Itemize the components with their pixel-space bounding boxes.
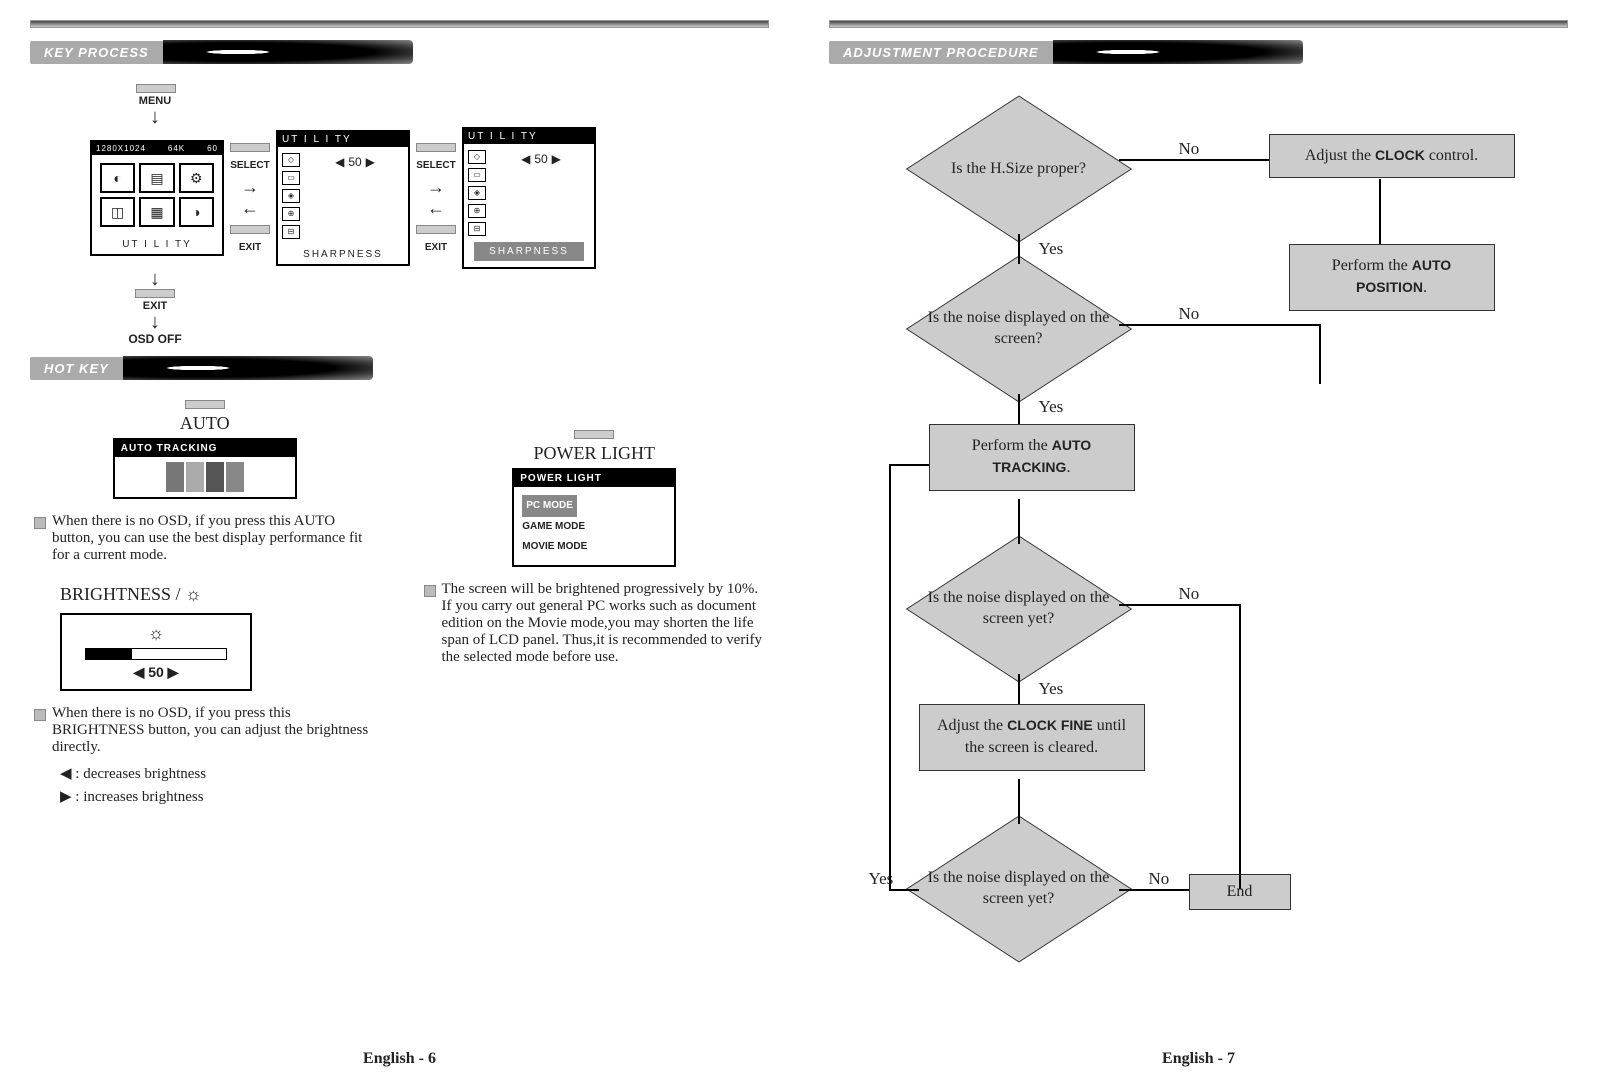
osd-footer: UT I L I TY: [92, 235, 222, 254]
section-flare: [163, 40, 413, 64]
exit-label: EXIT: [239, 242, 261, 253]
section-title: HOT KEY: [30, 357, 123, 380]
bullet-icon: [34, 709, 46, 721]
auto-button[interactable]: [185, 400, 225, 409]
powerlight-button[interactable]: [574, 430, 614, 439]
label-no: No: [1149, 869, 1170, 889]
top-rule-right: [829, 20, 1568, 28]
label-no: No: [1179, 584, 1200, 604]
section-flare: [1053, 40, 1303, 64]
osd-icon: ▦: [139, 197, 174, 227]
powerlight-bar: POWER LIGHT: [514, 470, 674, 487]
section-hot-key: HOT KEY: [30, 356, 769, 380]
section-key-process: KEY PROCESS: [30, 40, 769, 64]
select-label: SELECT: [230, 160, 269, 171]
select-button[interactable]: [230, 143, 270, 152]
arrow-down-icon: ↓: [90, 111, 220, 123]
decision-noise-3: Is the noise displayed on the screen yet…: [919, 824, 1119, 954]
powerlight-desc: The screen will be brightened progressiv…: [424, 581, 766, 666]
page-number-left: English - 6: [0, 1050, 799, 1068]
brightness-arrows: ◀ : decreases brightness ▶ : increases b…: [60, 764, 380, 806]
osd-hz: 60: [207, 144, 218, 153]
osd-khz: 64K: [168, 144, 185, 153]
osd-main: 1280X1024 64K 60 ◐ ▤ ⚙ ◫ ▦ ◑ UT I L I TY: [90, 140, 224, 256]
osd-icon: ⚙: [179, 163, 214, 193]
auto-tracking-bar: AUTO TRACKING: [115, 440, 295, 457]
box-auto-position: Perform the AUTO POSITION.: [1289, 244, 1495, 311]
util-value: 50: [348, 155, 361, 169]
hot-powerlight-col: POWER LIGHT POWER LIGHT PC MODE GAME MOD…: [420, 400, 770, 810]
powerlight-osd: POWER LIGHT PC MODE GAME MODE MOVIE MODE: [512, 468, 676, 567]
osd-icon: ◐: [100, 163, 135, 193]
exit-label: EXIT: [425, 242, 447, 253]
top-rule-left: [30, 20, 769, 28]
brightness-bar: [85, 648, 227, 660]
util-value: 50: [534, 152, 547, 166]
osd-icon: ▤: [139, 163, 174, 193]
section-title: ADJUSTMENT PROCEDURE: [829, 41, 1053, 64]
mode-pc: PC MODE: [522, 495, 577, 517]
section-title: KEY PROCESS: [30, 41, 163, 64]
osd-utility-2: UT I L I TY ◇▭◈⊕⊟◀ 50 ▶ SHARPNESS: [462, 127, 596, 269]
box-clock: Adjust the CLOCK control.: [1269, 134, 1515, 178]
page-right: ADJUSTMENT PROCEDURE Is the H.Size prope…: [799, 0, 1598, 1078]
menu-button[interactable]: [136, 84, 176, 93]
arrow-right-icon: →←: [427, 177, 445, 219]
mode-game: GAME MODE: [522, 517, 666, 537]
brightness-desc: When there is no OSD, if you press this …: [34, 705, 376, 756]
decision-hsize: Is the H.Size proper?: [919, 104, 1119, 234]
page-left: KEY PROCESS MENU ↓ 1280X102464K60 ◐ ▤ ⚙ …: [0, 0, 799, 1078]
arrow-down-icon: ↓: [90, 273, 220, 285]
select-label: SELECT: [416, 160, 455, 171]
sun-icon: ☼: [66, 623, 246, 644]
label-no: No: [1179, 139, 1200, 159]
exit-button[interactable]: [230, 225, 270, 234]
exit-button[interactable]: [416, 225, 456, 234]
label-yes: Yes: [1039, 679, 1064, 699]
arrow-down-icon: ↓: [90, 316, 220, 328]
brightness-title: BRIGHTNESS / ☼: [60, 584, 380, 605]
auto-desc: When there is no OSD, if you press this …: [34, 513, 376, 564]
brightness-osd: ☼ ◀ 50 ▶: [60, 613, 252, 691]
osd-icon: ◫: [100, 197, 135, 227]
bullet-icon: [424, 585, 436, 597]
util-title: UT I L I TY: [464, 129, 594, 144]
mode-movie: MOVIE MODE: [522, 537, 666, 557]
decision-noise-2: Is the noise displayed on the screen yet…: [919, 544, 1119, 674]
select-button[interactable]: [416, 143, 456, 152]
label-yes: Yes: [1039, 397, 1064, 417]
osd-icon: ◑: [179, 197, 214, 227]
box-auto-tracking: Perform the AUTO TRACKING.: [929, 424, 1135, 491]
osd-res: 1280X1024: [96, 144, 146, 153]
section-adjustment: ADJUSTMENT PROCEDURE: [829, 40, 1568, 64]
osd-off-label: OSD OFF: [90, 332, 220, 346]
bullet-icon: [34, 517, 46, 529]
util-title: UT I L I TY: [278, 132, 408, 147]
label-no: No: [1179, 304, 1200, 324]
util-footer-selected: SHARPNESS: [474, 242, 584, 261]
osd-flow-row: 1280X1024 64K 60 ◐ ▤ ⚙ ◫ ▦ ◑ UT I L I TY S…: [90, 127, 769, 269]
auto-tracking-osd: AUTO TRACKING: [113, 438, 297, 499]
util-footer: SHARPNESS: [278, 245, 408, 264]
section-flare: [123, 356, 373, 380]
label-yes: Yes: [1039, 239, 1064, 259]
brightness-value: 50: [148, 664, 164, 680]
exit-button[interactable]: [135, 289, 175, 298]
powerlight-title: POWER LIGHT: [420, 443, 770, 464]
osd-utility-1: UT I L I TY ◇▭◈⊕⊟◀ 50 ▶ SHARPNESS: [276, 130, 410, 266]
hot-auto-col: AUTO AUTO TRACKING When there is no OSD,…: [30, 400, 380, 810]
auto-title: AUTO: [30, 413, 380, 434]
decision-noise-1: Is the noise displayed on the screen?: [919, 264, 1119, 394]
box-clock-fine: Adjust the CLOCK FINE until the screen i…: [919, 704, 1145, 771]
page-number-right: English - 7: [799, 1050, 1598, 1068]
arrow-right-icon: →←: [241, 177, 259, 219]
